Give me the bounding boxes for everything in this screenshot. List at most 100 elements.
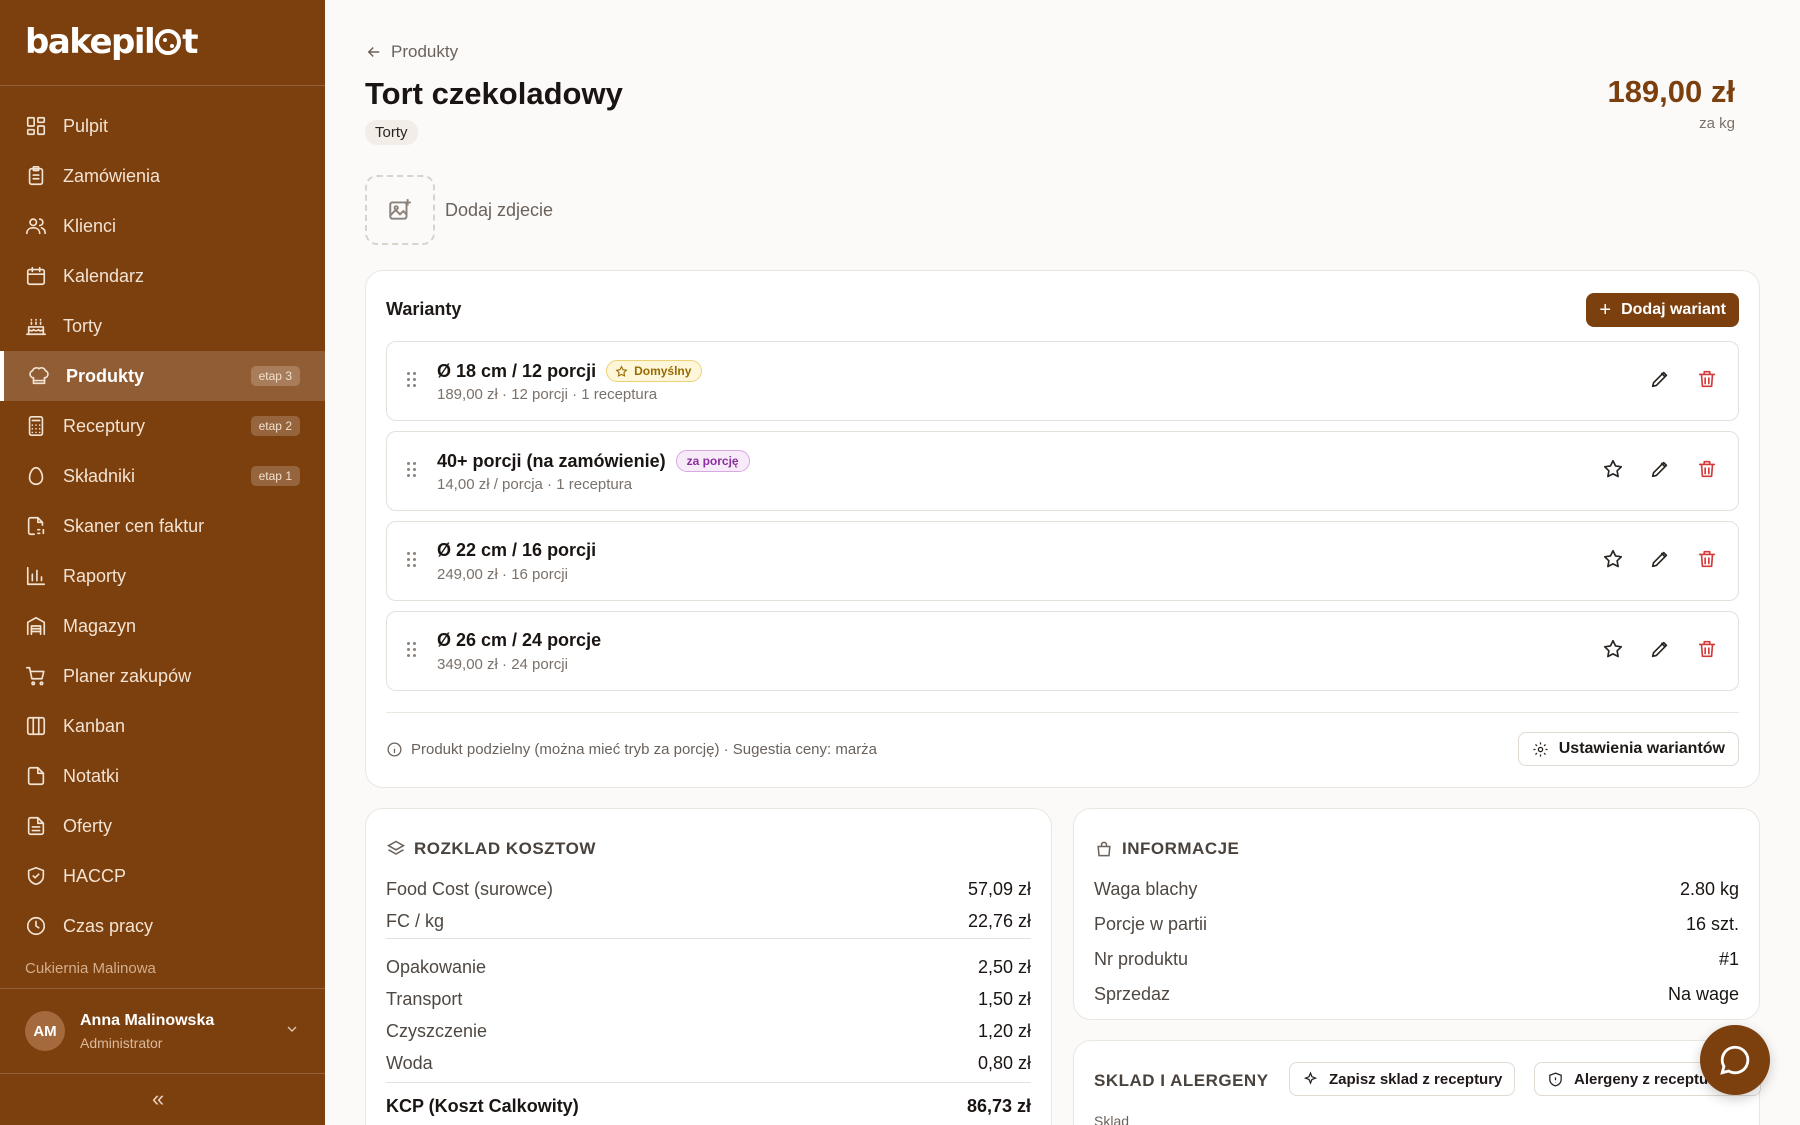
warehouse-icon	[25, 615, 47, 637]
add-photo-label[interactable]: Dodaj zdjecie	[445, 200, 553, 221]
variant-name: Ø 22 cm / 16 porcji	[437, 540, 596, 561]
sidebar-item-zamówienia[interactable]: Zamówienia	[0, 151, 325, 201]
sklad-title: SKLAD I ALERGENY	[1094, 1071, 1269, 1090]
collapse-sidebar-button[interactable]: «	[152, 1086, 164, 1112]
product-price: 189,00 zł	[1607, 74, 1735, 109]
delete-trash-icon[interactable]	[1696, 548, 1718, 575]
chevron-down-icon[interactable]	[284, 1021, 300, 1042]
drag-handle-icon[interactable]	[407, 552, 417, 570]
cost-value: 0,80 zł	[977, 1053, 1031, 1073]
info-row: Nr produktu #1	[1094, 949, 1739, 970]
sidebar-item-label: Receptury	[63, 415, 146, 436]
sidebar-item-skaner-cen-faktur[interactable]: Skaner cen faktur	[0, 501, 325, 551]
variant-actions	[1602, 458, 1718, 485]
sidebar-item-torty[interactable]: Torty	[0, 301, 325, 351]
divider	[386, 938, 1031, 939]
sidebar-item-label: Planer zakupów	[63, 665, 192, 686]
variants-title: Warianty	[386, 299, 462, 319]
set-default-star-icon[interactable]	[1602, 548, 1624, 575]
sidebar-item-produkty[interactable]: Produkty etap 3	[0, 351, 325, 401]
drag-handle-icon[interactable]	[407, 462, 417, 480]
variant-details: 349,00 zł · 24 porcji	[437, 656, 568, 673]
main-content: Produkty Tort czekoladowy Torty 189,00 z…	[325, 0, 1800, 1125]
sidebar-item-raporty[interactable]: Raporty	[0, 551, 325, 601]
set-default-star-icon[interactable]	[1602, 458, 1624, 485]
delete-trash-icon[interactable]	[1696, 638, 1718, 665]
image-plus-icon	[389, 199, 411, 220]
cost-row: Czyszczenie 1,20 zł	[386, 1021, 1031, 1042]
users-icon	[25, 215, 47, 237]
info-value: Na wage	[1667, 984, 1739, 1004]
edit-pencil-icon[interactable]	[1649, 638, 1671, 665]
edit-pencil-icon[interactable]	[1649, 368, 1671, 395]
info-title-text: INFORMACJE	[1122, 839, 1240, 858]
sidebar-item-klienci[interactable]: Klienci	[0, 201, 325, 251]
divider	[386, 1082, 1031, 1083]
sidebar-item-label: Pulpit	[63, 115, 109, 136]
save-ingredients-button[interactable]: Zapisz sklad z receptury	[1289, 1062, 1516, 1096]
sidebar-item-kanban[interactable]: Kanban	[0, 701, 325, 751]
calculator-icon	[25, 415, 47, 437]
add-variant-label: Dodaj wariant	[1621, 301, 1726, 318]
delete-trash-icon[interactable]	[1696, 458, 1718, 485]
chat-button[interactable]	[1700, 1025, 1770, 1095]
variant-name-text: 40+ porcji (na zamówienie)	[437, 450, 666, 471]
cost-value: 2,50 zł	[977, 957, 1031, 977]
drag-handle-icon[interactable]	[407, 642, 417, 660]
cost-value: 1,50 zł	[977, 989, 1031, 1009]
document-icon	[25, 815, 47, 837]
variant-name-text: Ø 26 cm / 24 porcje	[437, 630, 602, 650]
layers-icon	[386, 840, 406, 855]
dashboard-icon	[25, 115, 47, 137]
variant-row[interactable]: Ø 26 cm / 24 porcje 349,00 zł · 24 porcji	[386, 611, 1739, 691]
add-photo-button[interactable]	[365, 175, 435, 245]
sidebar-item-kalendarz[interactable]: Kalendarz	[0, 251, 325, 301]
user-role: Administrator	[80, 1034, 163, 1051]
cost-label: Czyszczenie	[386, 1021, 488, 1041]
info-label: Waga blachy	[1094, 879, 1198, 899]
back-link[interactable]: Produkty	[365, 42, 458, 62]
variant-settings-button[interactable]: Ustawienia wariantów	[1517, 732, 1739, 766]
sidebar-item-label: Notatki	[63, 765, 120, 786]
user-menu[interactable]: AM Anna Malinowska Administrator	[25, 1011, 300, 1051]
add-variant-button[interactable]: + Dodaj wariant	[1586, 293, 1739, 327]
info-label: Porcje w partii	[1094, 914, 1208, 934]
info-value: 16 szt.	[1685, 914, 1739, 934]
cost-label: Woda	[386, 1053, 433, 1073]
set-default-star-icon[interactable]	[1602, 638, 1624, 665]
sidebar-item-label: Magazyn	[63, 615, 137, 636]
variant-actions	[1602, 638, 1718, 665]
sidebar-item-label: Raporty	[63, 565, 127, 586]
sidebar-item-label: Produkty	[66, 365, 145, 386]
sidebar-item-haccp[interactable]: HACCP	[0, 851, 325, 901]
sidebar-item-składniki[interactable]: Składniki etap 1	[0, 451, 325, 501]
sidebar: bakepil t Pulpit Zamówienia Klienci Kalendar…	[0, 0, 325, 1125]
variant-row[interactable]: Ø 18 cm / 12 porcji Domyślny 189,00 zł · 1…	[386, 341, 1739, 421]
price-unit: za kg	[1699, 115, 1735, 132]
sidebar-item-oferty[interactable]: Oferty	[0, 801, 325, 851]
variant-row[interactable]: 40+ porcji (na zamówienie) za porcję 14,00…	[386, 431, 1739, 511]
sidebar-item-planer-zakupów[interactable]: Planer zakupów	[0, 651, 325, 701]
sidebar-item-notatki[interactable]: Notatki	[0, 751, 325, 801]
scan-document-icon	[25, 515, 47, 537]
cost-title-text: ROZKLAD KOSZTOW	[414, 839, 596, 858]
delete-trash-icon[interactable]	[1696, 368, 1718, 395]
info-row: Waga blachy 2.80 kg	[1094, 879, 1739, 900]
gear-icon	[1533, 741, 1548, 757]
edit-pencil-icon[interactable]	[1649, 548, 1671, 575]
info-value: 2.80 kg	[1679, 879, 1739, 899]
info-value: #1	[1718, 949, 1739, 969]
sidebar-item-receptury[interactable]: Receptury etap 2	[0, 401, 325, 451]
sidebar-item-czas-pracy[interactable]: Czas pracy	[0, 901, 325, 951]
sidebar-item-magazyn[interactable]: Magazyn	[0, 601, 325, 651]
cost-row: Opakowanie 2,50 zł	[386, 957, 1031, 978]
edit-pencil-icon[interactable]	[1649, 458, 1671, 485]
variant-row[interactable]: Ø 22 cm / 16 porcji 249,00 zł · 16 porcji	[386, 521, 1739, 601]
cost-value: 1,20 zł	[977, 1021, 1031, 1041]
cost-label: FC / kg	[386, 911, 445, 931]
drag-handle-icon[interactable]	[407, 372, 417, 390]
info-row: Sprzedaz Na wage	[1094, 984, 1739, 1005]
avatar: AM	[25, 1011, 65, 1051]
logo[interactable]: bakepil t	[25, 22, 198, 62]
sidebar-item-pulpit[interactable]: Pulpit	[0, 101, 325, 151]
